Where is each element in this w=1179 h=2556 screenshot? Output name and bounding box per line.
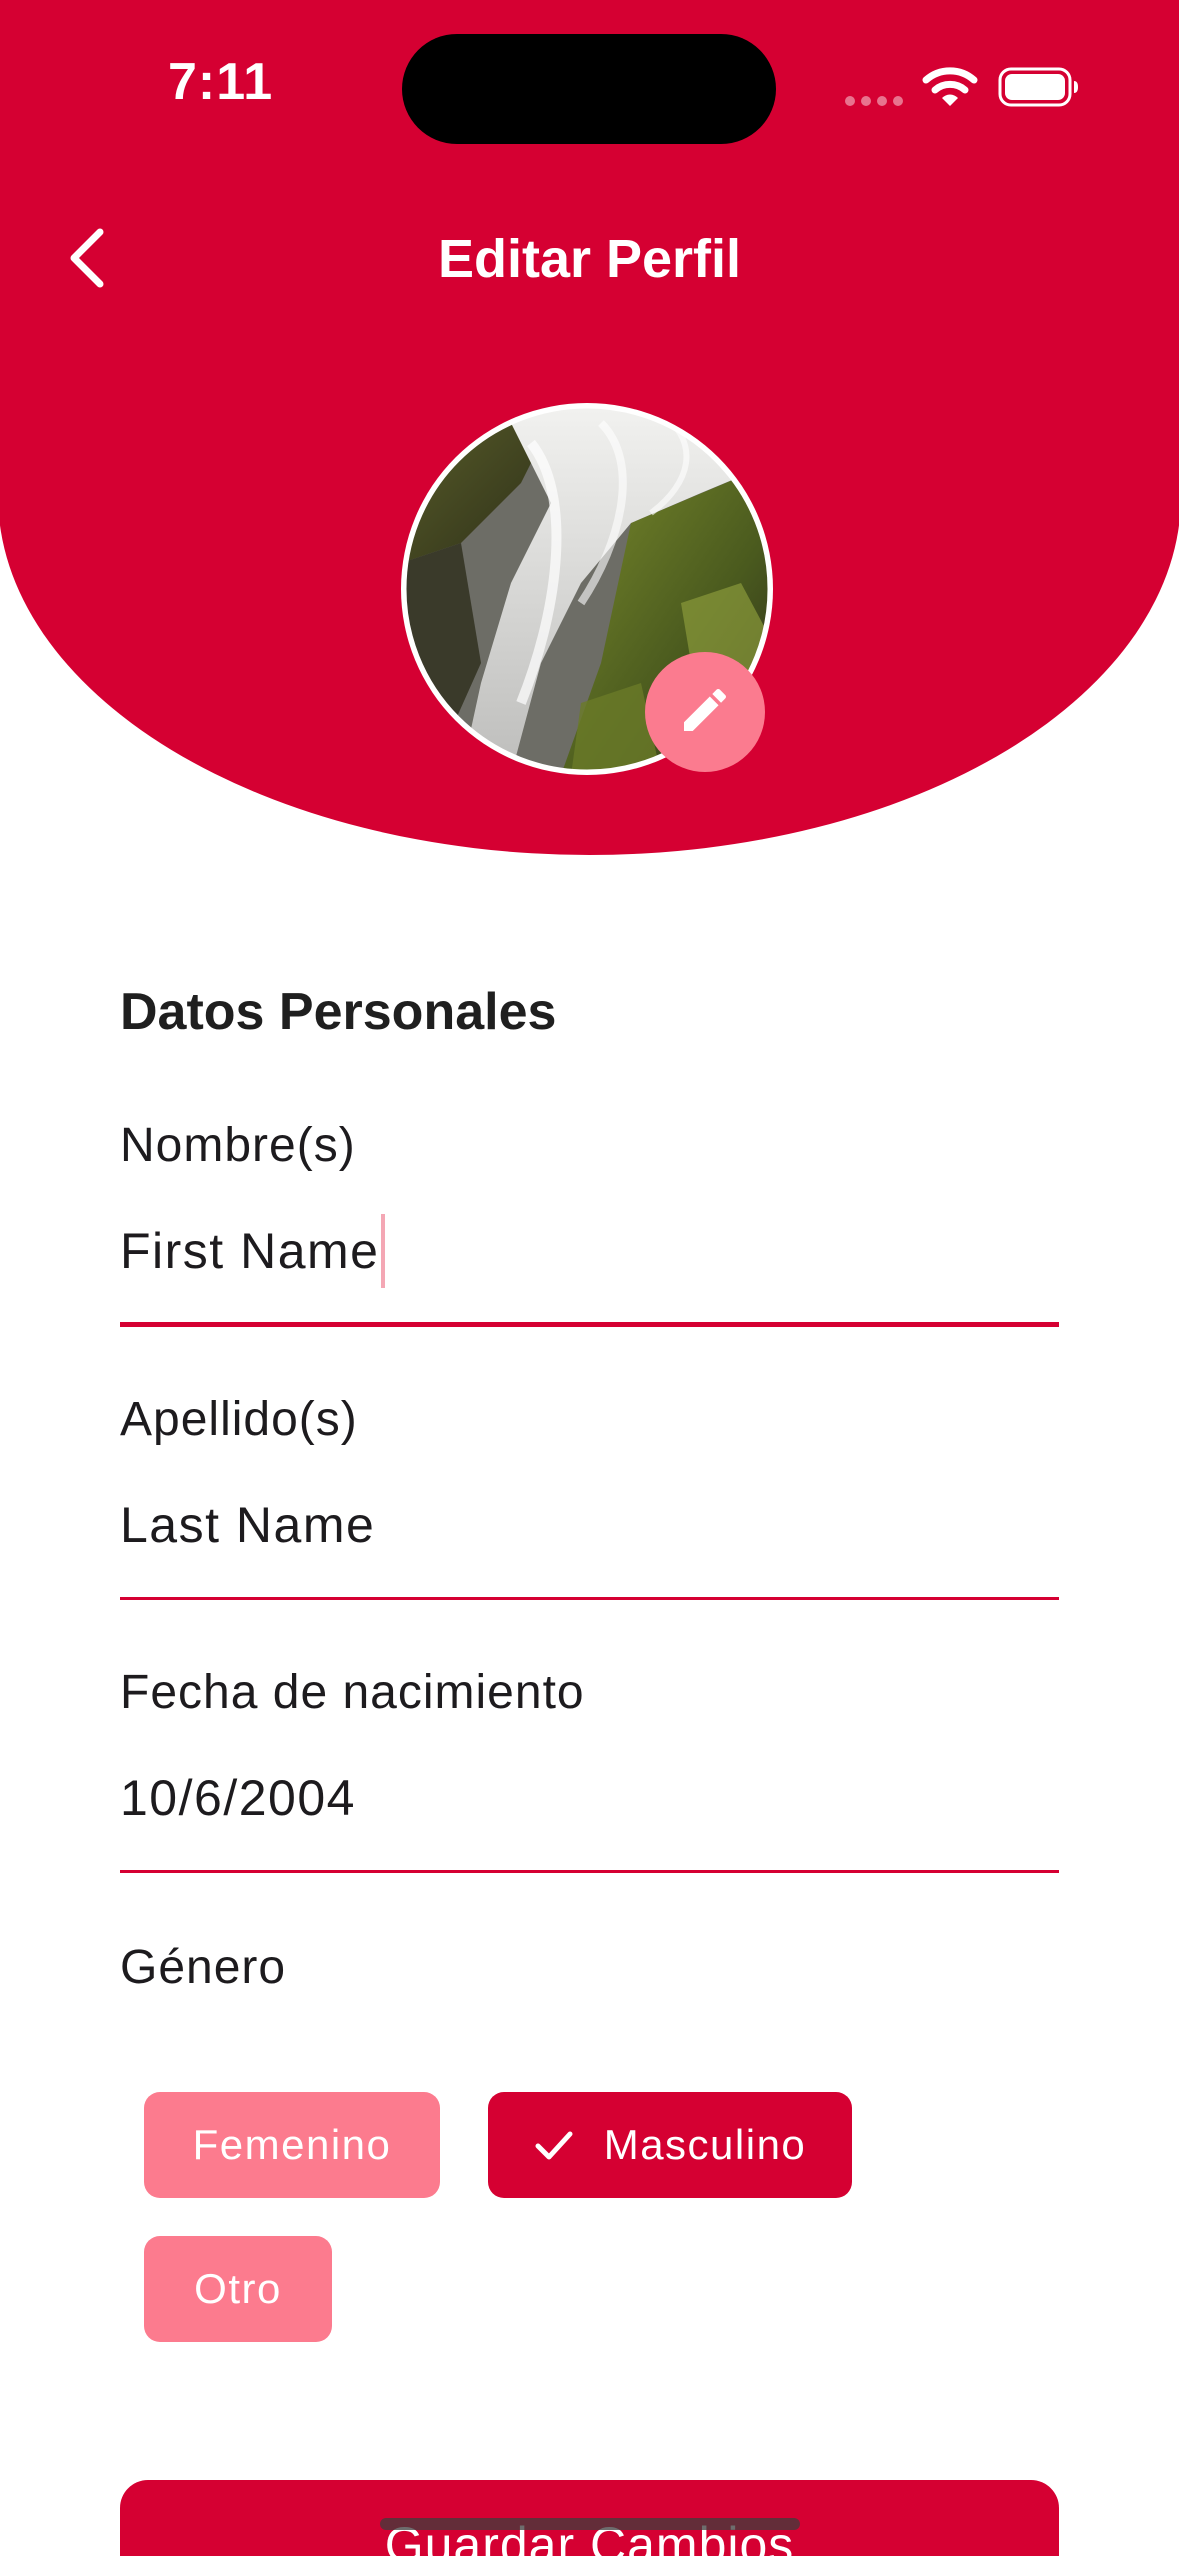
first-name-input[interactable]: First Name xyxy=(120,1214,386,1288)
text-cursor xyxy=(381,1214,386,1288)
last-name-input[interactable]: Last Name xyxy=(120,1496,375,1554)
chip-label: Otro xyxy=(194,2265,282,2312)
last-name-label: Apellido(s) xyxy=(120,1393,358,1446)
wifi-icon xyxy=(922,66,978,110)
check-icon xyxy=(534,2128,574,2162)
pencil-icon xyxy=(677,682,733,743)
edit-profile-screen: 7:11 Editar Perfil Datos Personales Nomb… xyxy=(0,0,1179,2556)
chip-label: Masculino xyxy=(603,2121,807,2168)
cellular-signal-icon xyxy=(845,96,905,106)
gender-chip-femenino[interactable]: Femenino xyxy=(144,2092,440,2198)
first-name-underline xyxy=(120,1322,1059,1327)
page-title: Editar Perfil xyxy=(437,229,742,289)
edit-avatar-button[interactable] xyxy=(645,652,765,772)
dynamic-island xyxy=(402,34,776,144)
birth-date-underline xyxy=(120,1870,1059,1873)
gender-chip-masculino[interactable]: Masculino xyxy=(488,2092,852,2198)
gender-label: Género xyxy=(120,1941,287,1994)
last-name-underline xyxy=(120,1597,1059,1600)
birth-date-label: Fecha de nacimiento xyxy=(120,1666,585,1719)
birth-date-input[interactable]: 10/6/2004 xyxy=(120,1769,356,1827)
first-name-label: Nombre(s) xyxy=(120,1119,356,1172)
section-title: Datos Personales xyxy=(120,983,557,1041)
home-indicator xyxy=(380,2518,800,2530)
chip-label: Femenino xyxy=(192,2121,392,2168)
status-time: 7:11 xyxy=(168,53,274,111)
gender-chip-otro[interactable]: Otro xyxy=(144,2236,332,2342)
battery-icon xyxy=(998,66,1080,108)
first-name-value: First Name xyxy=(120,1223,380,1280)
